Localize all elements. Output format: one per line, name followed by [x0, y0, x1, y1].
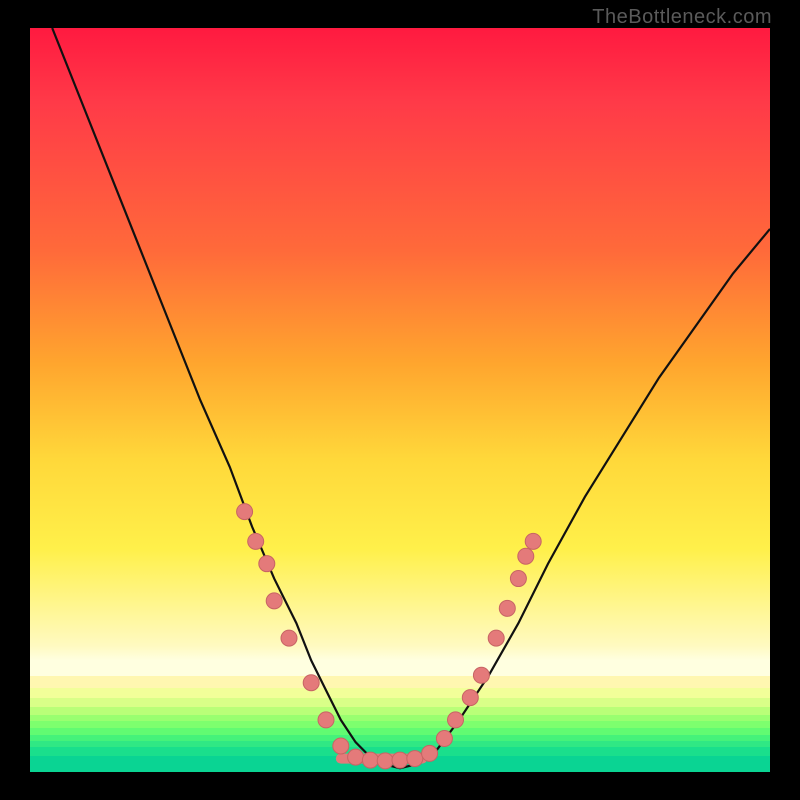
data-marker	[318, 712, 334, 728]
data-markers	[237, 504, 542, 769]
chart-svg	[30, 28, 770, 772]
data-marker	[377, 753, 393, 769]
data-marker	[510, 571, 526, 587]
attribution-watermark: TheBottleneck.com	[592, 6, 772, 29]
data-marker	[462, 690, 478, 706]
bottleneck-curve	[52, 28, 770, 768]
data-marker	[488, 630, 504, 646]
data-marker	[281, 630, 297, 646]
data-marker	[266, 593, 282, 609]
data-marker	[499, 600, 515, 616]
chart-frame: TheBottleneck.com	[0, 0, 800, 800]
data-marker	[303, 675, 319, 691]
data-marker	[407, 751, 423, 767]
data-marker	[362, 752, 378, 768]
data-marker	[518, 548, 534, 564]
data-marker	[448, 712, 464, 728]
data-marker	[333, 738, 349, 754]
data-marker	[392, 752, 408, 768]
data-marker	[237, 504, 253, 520]
data-marker	[422, 745, 438, 761]
data-marker	[259, 556, 275, 572]
data-marker	[525, 533, 541, 549]
data-marker	[436, 731, 452, 747]
data-marker	[473, 667, 489, 683]
data-marker	[348, 749, 364, 765]
plot-area	[30, 28, 770, 772]
data-marker	[248, 533, 264, 549]
